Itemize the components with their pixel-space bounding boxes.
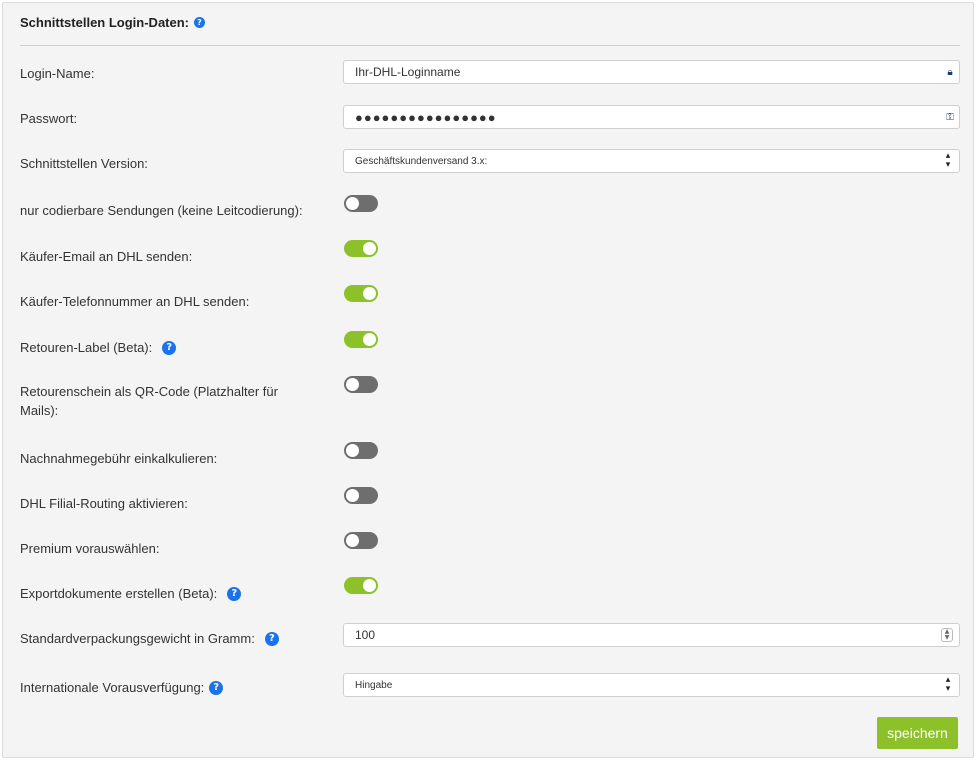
toggle-knob	[346, 378, 359, 391]
phone-label: Käufer-Telefonnummer an DHL senden:	[20, 294, 250, 309]
question-circle-icon[interactable]: ?	[227, 586, 242, 601]
toggle-knob	[363, 579, 376, 592]
login-name-value: Ihr-DHL-Loginname	[355, 65, 461, 79]
password-label: Passwort:	[20, 111, 78, 126]
key-icon: ⚿	[946, 111, 954, 123]
api-version-value: Geschäftskundenversand 3.x:	[355, 155, 488, 167]
api-version-label: Schnittstellen Version:	[20, 156, 148, 171]
qr-toggle[interactable]	[344, 376, 378, 393]
intl-label-text: Internationale Vorausverfügung:	[20, 680, 205, 695]
login-name-input[interactable]: Ihr-DHL-Loginname 🔒︎	[343, 60, 960, 84]
question-circle-icon[interactable]: ?	[162, 340, 177, 355]
routing-toggle[interactable]	[344, 487, 378, 504]
select-caret-icon: ▴ ▾	[945, 151, 951, 170]
password-input[interactable]: ●●●●●●●●●●●●●●●● ⚿	[343, 105, 960, 129]
login-data-panel: Schnittstellen Login-Daten: ? Login-Name…	[2, 2, 974, 758]
toggle-knob	[363, 242, 376, 255]
toggle-knob	[346, 197, 359, 210]
panel-title-text: Schnittstellen Login-Daten:	[20, 15, 189, 30]
qr-label: Retourenschein als QR-Code (Platzhalter …	[20, 382, 320, 420]
weight-input[interactable]: 100 ▲ ▼	[343, 623, 960, 647]
codable-label: nur codierbare Sendungen (keine Leitcodi…	[20, 203, 303, 218]
weight-value: 100	[355, 628, 376, 642]
email-toggle[interactable]	[344, 240, 378, 257]
question-circle-icon[interactable]: ?	[264, 631, 279, 646]
export-label-text: Exportdokumente erstellen (Beta):	[20, 586, 218, 601]
api-version-select[interactable]: Geschäftskundenversand 3.x: ▴ ▾	[343, 149, 960, 173]
intl-select[interactable]: Hingabe ▴ ▾	[343, 673, 960, 697]
return-label-toggle[interactable]	[344, 331, 378, 348]
login-name-label: Login-Name:	[20, 66, 95, 81]
toggle-knob	[346, 489, 359, 502]
premium-label: Premium vorauswählen:	[20, 541, 160, 556]
export-label: Exportdokumente erstellen (Beta): ?	[20, 584, 242, 603]
toggle-knob	[363, 333, 376, 346]
panel-title: Schnittstellen Login-Daten: ?	[20, 15, 205, 30]
email-label: Käufer-Email an DHL senden:	[20, 249, 193, 264]
cod-toggle[interactable]	[344, 442, 378, 459]
return-label-label: Retouren-Label (Beta): ?	[20, 338, 177, 357]
divider	[20, 45, 960, 46]
question-circle-icon[interactable]: ?	[194, 17, 205, 28]
select-caret-icon: ▴ ▾	[945, 675, 951, 694]
toggle-knob	[346, 444, 359, 457]
weight-label-text: Standardverpackungsgewicht in Gramm:	[20, 631, 255, 646]
intl-label: Internationale Vorausverfügung: ?	[20, 678, 224, 697]
qr-label-line2: Mails):	[20, 403, 59, 418]
intl-value: Hingabe	[355, 679, 393, 691]
phone-toggle[interactable]	[344, 285, 378, 302]
return-label-text: Retouren-Label (Beta):	[20, 340, 153, 355]
password-value: ●●●●●●●●●●●●●●●●	[355, 109, 497, 125]
save-button[interactable]: speichern	[877, 717, 958, 749]
export-toggle[interactable]	[344, 577, 378, 594]
codable-toggle[interactable]	[344, 195, 378, 212]
toggle-knob	[363, 287, 376, 300]
qr-label-line1: Retourenschein als QR-Code (Platzhalter …	[20, 384, 278, 399]
toggle-knob	[346, 534, 359, 547]
premium-toggle[interactable]	[344, 532, 378, 549]
weight-label: Standardverpackungsgewicht in Gramm: ?	[20, 629, 279, 648]
question-circle-icon[interactable]: ?	[209, 680, 224, 695]
cod-label: Nachnahmegebühr einkalkulieren:	[20, 451, 218, 466]
number-spinner-icon[interactable]: ▲ ▼	[941, 628, 953, 642]
lock-icon: 🔒︎	[947, 66, 953, 78]
routing-label: DHL Filial-Routing aktivieren:	[20, 496, 188, 511]
